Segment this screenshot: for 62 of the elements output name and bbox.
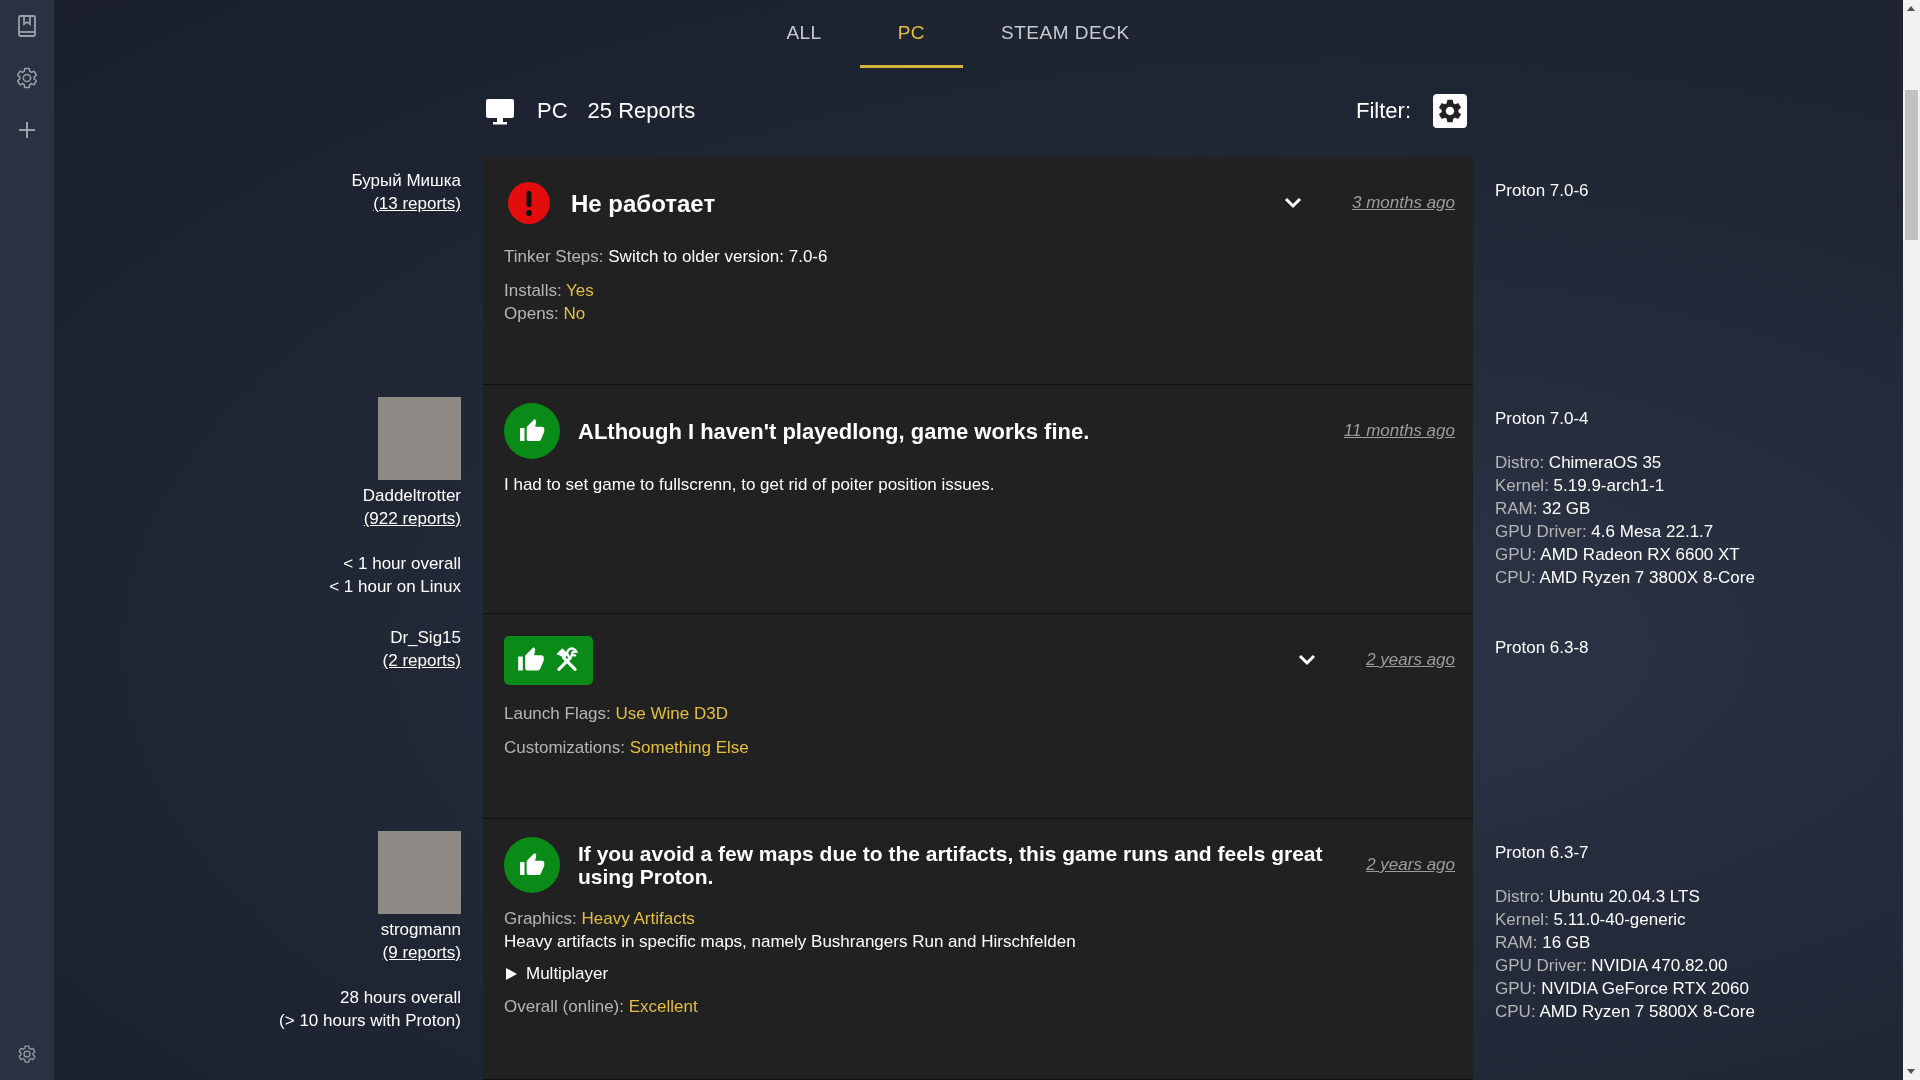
system-spec: RAM: 16 GB: [1495, 932, 1592, 954]
tab[interactable]: PC: [859, 0, 964, 68]
system-spec: GPU Driver: NVIDIA 470.82.00: [1495, 955, 1729, 977]
platform-label: PC: [537, 98, 568, 124]
user-name: Daddeltrotter: [362, 485, 461, 507]
system-spec: GPU: NVIDIA GeForce RTX 2060: [1495, 978, 1750, 1000]
user-name: strogmann: [380, 919, 461, 941]
detail-field: Launch Flags: Use Wine D3D: [504, 702, 1455, 725]
monitor-icon: [485, 96, 515, 126]
playtime-text: < 1 hour overall: [343, 553, 461, 575]
book-icon[interactable]: [15, 14, 39, 38]
system-spec: RAM: 32 GB: [1495, 498, 1592, 520]
reports-link[interactable]: (9 reports): [382, 941, 461, 964]
detail-text: I had to set game to fullscrenn, to get rid of poiter position issues.: [504, 474, 996, 496]
system-spec: GPU Driver: 4.6 Mesa 22.1.7: [1495, 521, 1715, 543]
system-spec: CPU: AMD Ryzen 7 5800X 8-Core: [1495, 1001, 1756, 1023]
thumbs-up-icon: [504, 837, 560, 893]
date-link[interactable]: 2 years ago: [1366, 650, 1455, 670]
user-name: Бурый Мишка: [351, 170, 461, 192]
proton-version: Proton 7.0-6: [1495, 180, 1590, 202]
tab[interactable]: ALL: [748, 0, 860, 68]
system-spec: Distro: ChimeraOS 35: [1495, 452, 1663, 474]
filter-label: Filter:: [1356, 98, 1411, 124]
proton-version: Proton 7.0-4: [1495, 408, 1590, 430]
section-toggle[interactable]: Multiplayer: [504, 964, 1455, 984]
detail-field: Overall (online): Excellent: [504, 995, 1455, 1018]
detail-field: Graphics: Heavy Artifacts: [504, 907, 1455, 930]
report-count: 25 Reports: [587, 98, 696, 124]
playtime-text: < 1 hour on Linux: [329, 576, 461, 598]
tab[interactable]: STEAM DECK: [963, 0, 1168, 68]
report-title: If you avoid a few maps due to the artifacts, this game runs and feels great using Proton.: [578, 842, 1324, 888]
system-spec: Kernel: 5.19.9-arch1-1: [1495, 475, 1666, 497]
detail-field: Installs: Yes: [504, 279, 1455, 302]
proton-version: Proton 6.3-7: [1495, 842, 1590, 864]
settings-icon[interactable]: [17, 1044, 37, 1064]
date-link[interactable]: 11 months ago: [1343, 421, 1455, 441]
system-spec: Kernel: 5.11.0-40-generic: [1495, 909, 1687, 931]
triangle-icon: [504, 967, 518, 981]
reports-link[interactable]: (2 reports): [382, 649, 461, 672]
playtime-text: 28 hours overall: [340, 987, 461, 1009]
thumbs-up-icon: [516, 646, 545, 674]
settings-icon[interactable]: [15, 66, 39, 90]
filter-button[interactable]: [1433, 94, 1467, 128]
report-title: ALthough I haven't playedlong, game works fine.: [578, 418, 1091, 444]
exclamation-icon: [508, 182, 550, 224]
report-title: Не работает: [571, 190, 717, 216]
scrollbar[interactable]: [1903, 0, 1920, 1080]
reports-link[interactable]: (922 reports): [363, 507, 461, 530]
proton-version: Proton 6.3-8: [1495, 637, 1590, 659]
playtime-text: (> 10 hours with Proton): [279, 1010, 461, 1032]
system-spec: Distro: Ubuntu 20.04.3 LTS: [1495, 886, 1701, 908]
user-name: Dr_Sig15: [390, 627, 461, 649]
date-link[interactable]: 2 years ago: [1366, 855, 1455, 875]
date-link[interactable]: 3 months ago: [1352, 193, 1455, 213]
system-spec: GPU: AMD Radeon RX 6600 XT: [1495, 544, 1741, 566]
detail-field: Customizations: Something Else: [504, 736, 1455, 759]
reports-link[interactable]: (13 reports): [373, 192, 461, 215]
detail-field: Opens: No: [504, 302, 1455, 325]
system-spec: CPU: AMD Ryzen 7 3800X 8-Core: [1495, 567, 1756, 589]
detail-field: Tinker Steps: Switch to older version: 7.0-6: [504, 245, 1455, 268]
thumbs-up-icon: [504, 403, 560, 459]
detail-text: Heavy artifacts in specific maps, namely Bushrangers Run and Hirschfelden: [504, 931, 1077, 953]
